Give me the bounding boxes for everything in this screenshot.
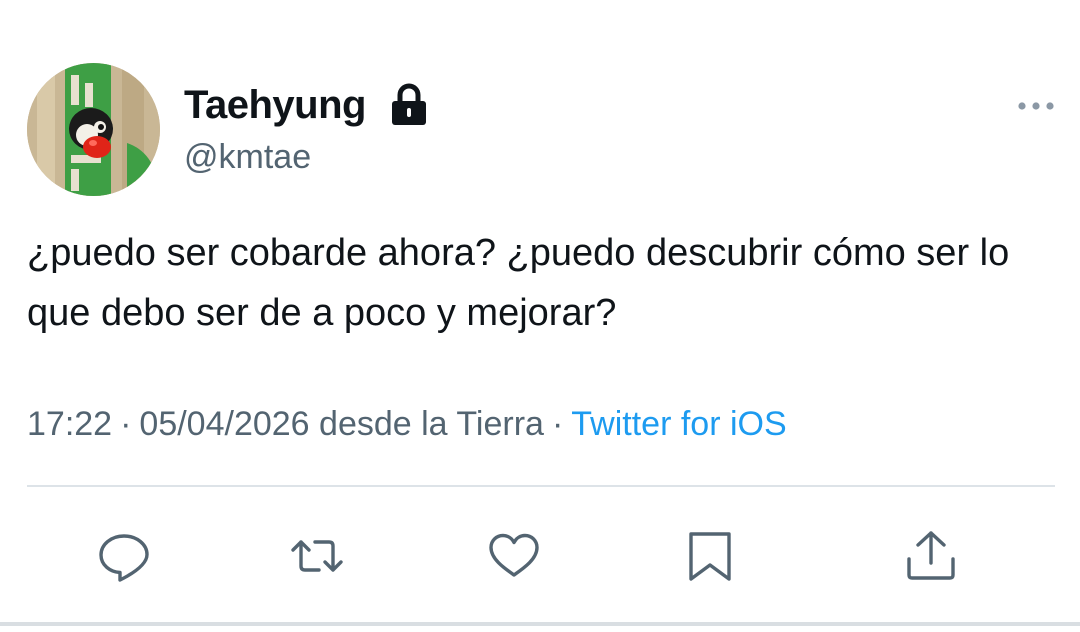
avatar-image (27, 63, 160, 196)
tweet-location: desde la Tierra (319, 405, 544, 443)
avatar[interactable] (27, 63, 160, 196)
retweet-icon[interactable] (289, 528, 345, 584)
share-icon[interactable] (903, 528, 959, 584)
bottom-divider (0, 622, 1080, 626)
meta-separator: · (551, 405, 564, 443)
author-handle[interactable]: @kmtae (184, 137, 311, 177)
heart-icon[interactable] (486, 528, 542, 584)
more-dots-icon[interactable] (1016, 96, 1056, 116)
lock-icon (392, 83, 426, 125)
tweet-time[interactable]: 17:22 (27, 405, 112, 443)
display-name[interactable]: Taehyung (184, 82, 366, 128)
tweet-metadata: 17:22 · 05/04/2026 desde la Tierra · Twitter… (27, 400, 787, 448)
tweet-source-link[interactable]: Twitter for iOS (571, 405, 786, 443)
reply-icon[interactable] (96, 528, 152, 584)
bookmark-icon[interactable] (682, 528, 738, 584)
divider (27, 485, 1055, 487)
tweet-text: ¿puedo ser cobarde ahora? ¿puedo descubr… (27, 232, 1010, 334)
meta-separator: · (120, 405, 132, 443)
tweet-date[interactable]: 05/04/2026 (139, 405, 309, 443)
